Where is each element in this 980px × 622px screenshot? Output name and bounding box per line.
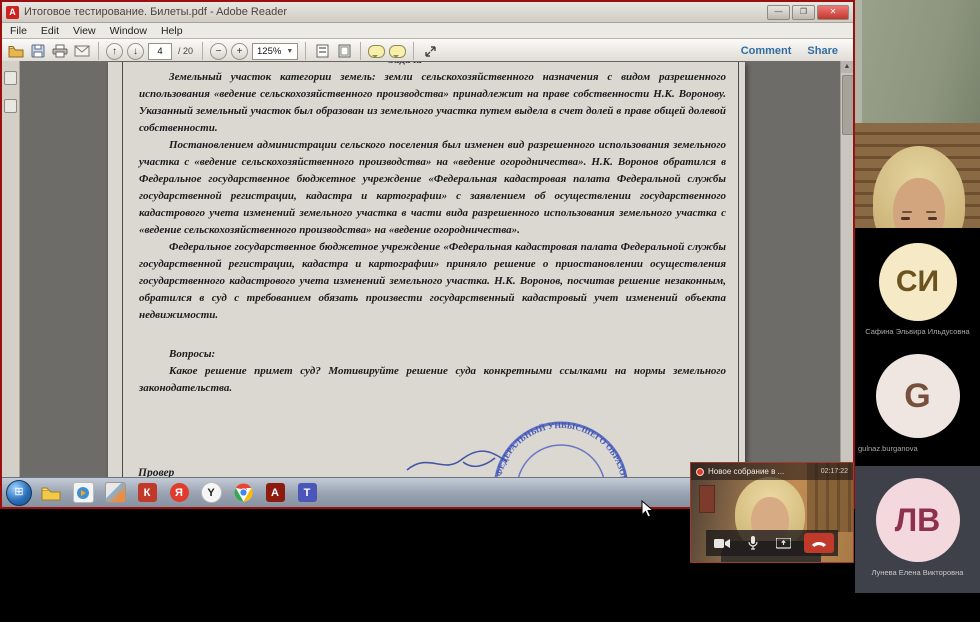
scroll-up-arrow[interactable]: ▲ [841, 61, 853, 73]
menu-edit[interactable]: Edit [41, 25, 59, 37]
open-file-icon[interactable] [7, 43, 25, 60]
fit-page-icon[interactable] [335, 43, 353, 60]
participant-tile[interactable]: СИ Сафина Эльвира Ильдусовна [855, 228, 980, 336]
taskbar-adobe-reader[interactable]: A [262, 481, 288, 505]
start-button[interactable]: ⊞ [6, 480, 32, 506]
avatar: G [876, 354, 960, 438]
video-conference-screen: { "window": { "title": "Итоговое тестиро… [0, 0, 980, 622]
taskbar-yandex-browser[interactable]: Y [198, 481, 224, 505]
taskbar-consultant[interactable]: К [134, 481, 160, 505]
document-text-cell: Земельный участок категории земель: земл… [122, 62, 739, 477]
page-total-label: / 20 [178, 46, 193, 56]
taskbar-yandex[interactable]: Я [166, 481, 192, 505]
avatar: СИ [879, 243, 957, 321]
menu-view[interactable]: View [73, 25, 96, 37]
sticky-note-icon[interactable] [368, 45, 385, 58]
shared-screen-region: A Итоговое тестирование. Билеты.pdf - Ad… [0, 0, 855, 509]
close-button[interactable]: ✕ [817, 5, 849, 20]
fullscreen-icon[interactable] [421, 43, 439, 60]
adobe-titlebar[interactable]: A Итоговое тестирование. Билеты.pdf - Ad… [2, 2, 853, 23]
screen-share-button[interactable] [773, 533, 795, 553]
meeting-controls-bar [706, 530, 838, 556]
navigation-pane-strip [2, 61, 20, 477]
previous-page-button[interactable]: ↑ [106, 43, 123, 60]
microphone-toggle-button[interactable] [742, 533, 764, 553]
meeting-overlay-window[interactable]: Новое собрание в ... 02:17:22 [690, 462, 854, 563]
restore-button[interactable]: ❐ [792, 5, 815, 20]
participant-name: gulnaz.burganova [858, 444, 918, 453]
camera-toggle-button[interactable] [711, 533, 733, 553]
meeting-title: Новое собрание в ... [708, 467, 784, 476]
taskbar-explorer[interactable] [38, 481, 64, 505]
zoom-level-value: 125% [257, 44, 281, 59]
pdf-page: Задача Земельный участок категории земел… [108, 62, 745, 477]
question-text: Какое решение примет суд? Мотивируйте ре… [139, 363, 726, 397]
zoom-level-select[interactable]: 125% ▼ [252, 43, 298, 60]
menu-file[interactable]: File [10, 25, 27, 37]
menu-bar: File Edit View Window Help [2, 23, 853, 39]
hang-up-button[interactable] [804, 533, 834, 553]
scrolling-mode-icon[interactable] [313, 43, 331, 60]
overlay-header[interactable]: Новое собрание в ... 02:17:22 [691, 463, 853, 480]
recording-icon [696, 468, 704, 476]
participant-tile[interactable]: G gulnaz.burganova [855, 336, 980, 453]
save-icon[interactable] [29, 43, 47, 60]
clipped-bottom-text: Провер [138, 467, 174, 477]
page-number-input[interactable]: 4 [148, 43, 172, 60]
vertical-scrollbar[interactable]: ▲ [840, 61, 853, 477]
attachments-icon[interactable] [4, 99, 17, 113]
zoom-in-button[interactable]: + [231, 43, 248, 60]
participant-tile[interactable]: ЛВ Лунева Елена Викторовна [855, 466, 980, 593]
adobe-app-icon: A [6, 6, 19, 19]
avatar: ЛВ [876, 478, 960, 562]
meeting-timer: 02:17:22 [821, 468, 848, 475]
paragraph-3: Федеральное государственное бюджетное уч… [139, 239, 726, 324]
paragraph-1: Земельный участок категории земель: земл… [139, 69, 726, 137]
taskbar-media-app[interactable] [102, 481, 128, 505]
university-stamp: ВЫСШЕГО ОБРАЗОВАНИЯ РОССИЙСКОЙ ФЕДЕРАЦИИ… [486, 414, 636, 477]
document-canvas[interactable]: Задача Земельный участок категории земел… [20, 61, 853, 477]
comment-button[interactable]: Comment [741, 45, 792, 57]
document-area: Задача Земельный участок категории земел… [2, 61, 853, 477]
next-page-button[interactable]: ↓ [127, 43, 144, 60]
mouse-cursor [641, 500, 654, 519]
minimize-button[interactable]: — [767, 5, 790, 20]
taskbar-media-player[interactable] [70, 481, 96, 505]
overlay-wall-picture [699, 485, 715, 513]
print-icon[interactable] [51, 43, 69, 60]
zoom-out-button[interactable]: − [210, 43, 227, 60]
chevron-down-icon: ▼ [286, 44, 293, 59]
highlight-tool-icon[interactable] [389, 45, 406, 58]
webcam-video-tile[interactable] [855, 0, 980, 228]
participant-name: Лунева Елена Викторовна [872, 568, 964, 577]
share-button[interactable]: Share [807, 45, 838, 57]
page-thumbnails-icon[interactable] [4, 71, 17, 85]
taskbar-chrome[interactable] [230, 481, 256, 505]
taskbar-teams[interactable]: T [294, 481, 320, 505]
window-title: Итоговое тестирование. Билеты.pdf - Adob… [24, 6, 767, 18]
questions-heading: Вопросы: [139, 346, 726, 363]
email-icon[interactable] [73, 43, 91, 60]
participants-panel: СИ Сафина Эльвира Ильдусовна G gulnaz.bu… [855, 0, 980, 622]
menu-window[interactable]: Window [110, 25, 147, 37]
menu-help[interactable]: Help [161, 25, 183, 37]
scrollbar-thumb[interactable] [842, 75, 853, 135]
participant-name: Сафина Эльвира Ильдусовна [865, 327, 969, 336]
paragraph-2: Постановлением администрации сельского п… [139, 137, 726, 239]
